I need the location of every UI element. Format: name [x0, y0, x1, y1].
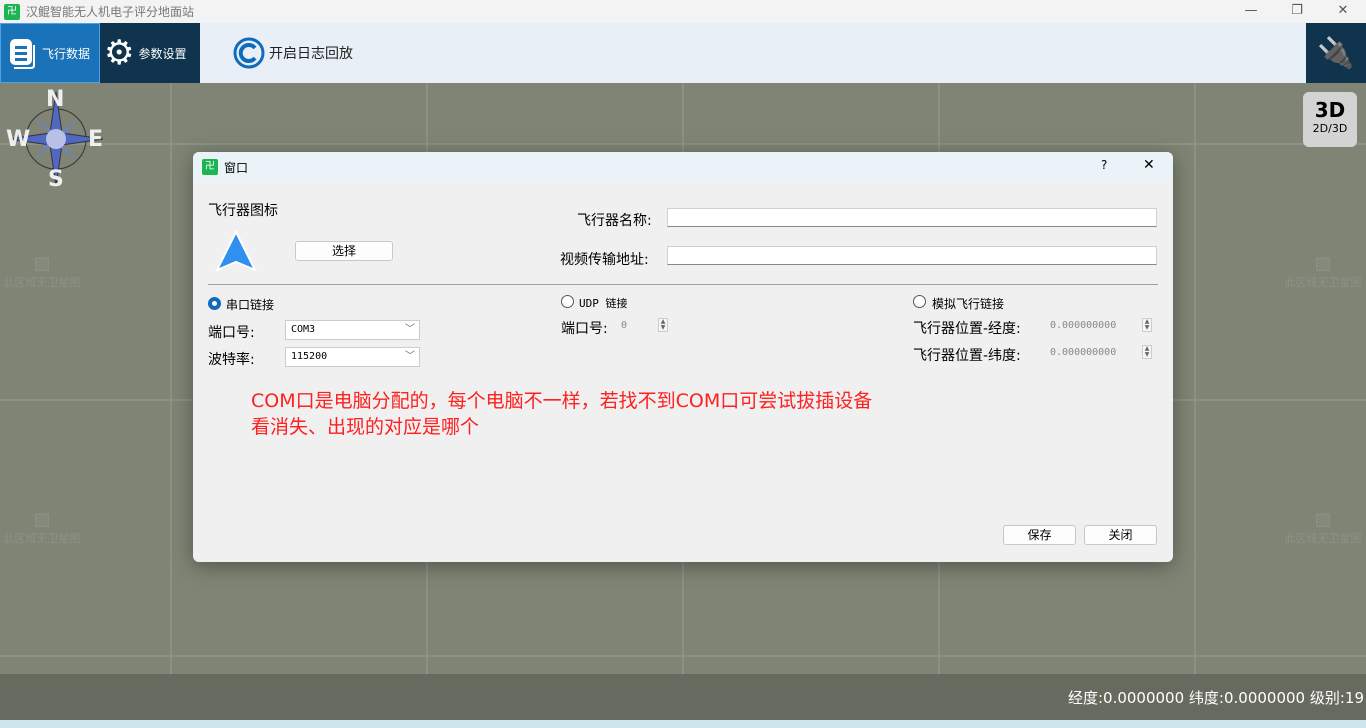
help-button[interactable]: ?	[1101, 158, 1107, 172]
map-tile-placeholder: ▨ 此区域无卫星图	[1284, 509, 1362, 545]
window-titlebar: 卍 汉鲲智能无人机电子评分地面站 — ❐ ✕	[0, 0, 1366, 23]
dialog-titlebar: 卍 窗口 ? ✕	[193, 152, 1173, 182]
log-replay-button[interactable]: 开启日志回放	[233, 23, 353, 83]
save-button[interactable]: 保存	[1003, 525, 1076, 545]
aircraft-name-input[interactable]	[667, 208, 1157, 227]
chevron-down-icon: ﹀	[405, 351, 415, 362]
sim-label: 模拟飞行链接	[932, 297, 1005, 311]
view-toggle-label: 2D/3D	[1312, 122, 1348, 135]
lat-value[interactable]: 0.000000000	[1050, 347, 1116, 358]
dialog-close-button[interactable]: ✕	[1143, 157, 1155, 173]
icon-label: 飞行器图标	[208, 203, 278, 219]
udp-port-spinner[interactable]: ▲ ▼	[658, 318, 668, 332]
serial-port-label: 端口号:	[208, 325, 255, 341]
lat-label: 飞行器位置-纬度:	[913, 348, 1021, 364]
divider	[208, 284, 1158, 285]
gear-icon: ⚙	[104, 33, 135, 73]
lon-spinner[interactable]: ▲ ▼	[1142, 318, 1152, 332]
tab-params-label: 参数设置	[138, 46, 187, 61]
coords-readout: 经度:0.0000000 纬度:0.0000000 级别:19	[1067, 689, 1364, 707]
map-tile-placeholder: ▨ 此区域无卫星图	[3, 509, 81, 545]
select-icon-button[interactable]: 选择	[295, 241, 393, 261]
settings-dialog: 卍 窗口 ? ✕ 飞行器图标 选择 飞行器名称: 视频传输地址: 串口链接 端口…	[193, 152, 1173, 562]
restore-button[interactable]: ❐	[1274, 0, 1320, 23]
udp-radio[interactable]	[561, 295, 574, 308]
baud-select[interactable]: 115200 ﹀	[285, 347, 420, 367]
udp-port-label: 端口号:	[561, 321, 608, 337]
chevron-down-icon: ﹀	[405, 324, 415, 335]
close-button[interactable]: 关闭	[1084, 525, 1157, 545]
compass-north: N	[46, 87, 65, 112]
baud-label: 波特率:	[208, 352, 255, 368]
lat-spinner[interactable]: ▲ ▼	[1142, 345, 1152, 359]
minimize-button[interactable]: —	[1228, 0, 1274, 23]
plug-disconnected-icon: 🔌	[1317, 35, 1355, 71]
sim-radio[interactable]	[913, 295, 926, 308]
close-window-button[interactable]: ✕	[1320, 0, 1366, 23]
view-toggle-3d: 3D	[1314, 98, 1346, 122]
compass-west: W	[6, 127, 31, 152]
serial-port-select[interactable]: COM3 ﹀	[285, 320, 420, 340]
video-url-label: 视频传输地址:	[560, 252, 649, 268]
dialog-logo-icon: 卍	[202, 159, 218, 175]
compass: N S E W	[4, 87, 108, 192]
map-tile-placeholder: ▨ 此区域无卫星图	[1284, 253, 1362, 289]
compass-east: E	[88, 127, 104, 152]
aircraft-name-label: 飞行器名称:	[577, 213, 652, 229]
lon-label: 飞行器位置-经度:	[913, 321, 1021, 337]
tab-params[interactable]: ⚙ 参数设置	[100, 23, 200, 83]
com-port-note: COM口是电脑分配的，每个电脑不一样，若找不到COM口可尝试拔插设备 看消失、出现…	[251, 390, 873, 438]
serial-radio[interactable]	[208, 297, 221, 310]
view-toggle-button[interactable]: 3D 2D/3D	[1303, 92, 1357, 147]
status-bar: 经度:0.0000000 纬度:0.0000000 级别:19	[0, 674, 1366, 720]
map-tile-placeholder: ▨ 此区域无卫星图	[3, 253, 81, 289]
lon-value[interactable]: 0.000000000	[1050, 320, 1116, 331]
udp-port-value[interactable]: 0	[621, 320, 627, 331]
disconnect-button[interactable]: 🔌	[1306, 23, 1366, 83]
serial-label: 串口链接	[226, 298, 275, 312]
aircraft-arrow-icon	[214, 229, 258, 272]
tab-flight-data-label: 飞行数据	[42, 46, 91, 61]
dialog-title: 窗口	[224, 160, 249, 175]
log-replay-label: 开启日志回放	[269, 46, 353, 62]
tab-flight-data[interactable]: 飞行数据	[0, 23, 100, 83]
compass-south: S	[48, 167, 64, 192]
window-title: 汉鲲智能无人机电子评分地面站	[26, 5, 195, 19]
taskbar	[0, 720, 1366, 728]
document-icon	[10, 39, 35, 69]
app-logo-icon: 卍	[4, 3, 20, 20]
toolbar: 飞行数据 ⚙ 参数设置 开启日志回放 🔌	[0, 23, 1366, 83]
udp-label: UDP 链接	[579, 297, 628, 310]
video-url-input[interactable]	[667, 246, 1157, 265]
replay-icon	[233, 37, 265, 69]
